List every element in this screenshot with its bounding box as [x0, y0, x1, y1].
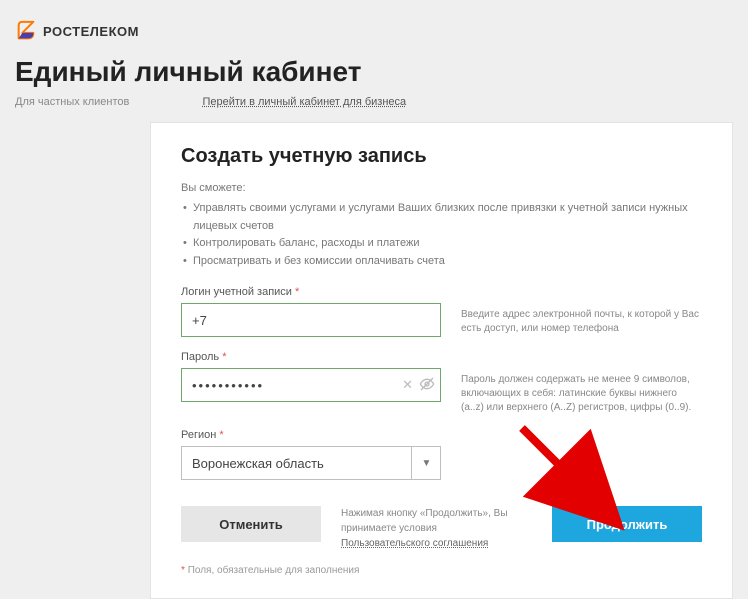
continue-button[interactable]: Продолжить [552, 506, 702, 542]
brand-name: РОСТЕЛЕКОМ [43, 24, 139, 39]
region-label: Регион * [181, 429, 441, 441]
terms-text: Нажимая кнопку «Продолжить», Вы принимае… [341, 506, 521, 551]
password-label: Пароль * [181, 351, 441, 363]
card-subtitle: Вы сможете: [181, 182, 702, 194]
clear-icon[interactable]: ✕ [402, 377, 413, 393]
audience-label: Для частных клиентов [15, 96, 129, 108]
login-label: Логин учетной записи * [181, 286, 441, 298]
login-input[interactable] [181, 303, 441, 337]
list-item: Просматривать и без комиссии оплачивать … [181, 253, 702, 271]
business-cabinet-link[interactable]: Перейти в личный кабинет для бизнеса [202, 96, 406, 108]
list-item: Управлять своими услугами и услугами Ваш… [181, 200, 702, 235]
password-hint: Пароль должен содержать не менее 9 симво… [461, 351, 702, 415]
required-footnote: * Поля, обязательные для заполнения [181, 565, 702, 576]
signup-card: Создать учетную запись Вы сможете: Управ… [150, 122, 733, 599]
page-title: Единый личный кабинет [15, 56, 748, 88]
terms-link[interactable]: Пользовательского соглашения [341, 538, 488, 549]
logo-icon [15, 20, 37, 42]
login-hint: Введите адрес электронной почты, к котор… [461, 286, 702, 336]
brand-logo: РОСТЕЛЕКОМ [15, 20, 748, 42]
region-select[interactable] [181, 446, 441, 480]
eye-off-icon[interactable] [419, 376, 435, 395]
list-item: Контролировать баланс, расходы и платежи [181, 235, 702, 253]
cancel-button[interactable]: Отменить [181, 506, 321, 542]
card-title: Создать учетную запись [181, 145, 702, 168]
benefits-list: Управлять своими услугами и услугами Ваш… [181, 200, 702, 270]
